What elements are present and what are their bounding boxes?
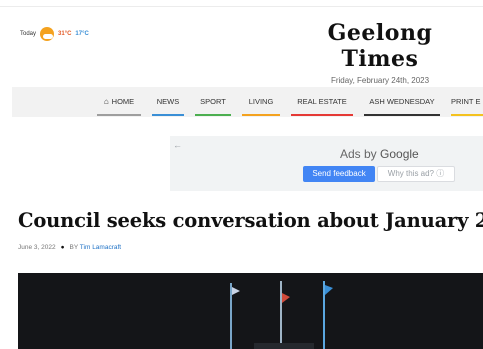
nav-underline <box>364 114 440 116</box>
nav-label: LIVING <box>248 97 274 106</box>
stage-base <box>254 343 314 349</box>
nav-label: REAL ESTATE <box>297 97 347 106</box>
author-link[interactable]: Tim Lamacraft <box>80 244 121 251</box>
masthead-date: Friday, February 24th, 2023 <box>330 76 430 85</box>
back-arrow-icon[interactable]: ← <box>173 140 182 150</box>
article-featured-image <box>18 273 483 349</box>
nav-label: ASH WEDNESDAY <box>369 97 435 106</box>
nav-label: PRINT E <box>451 97 481 106</box>
why-this-ad-button[interactable]: Why this ad? ⓘ <box>377 166 455 182</box>
article-date: June 3, 2022 <box>18 244 56 251</box>
article-headline: Council seeks conversation about January… <box>18 209 483 232</box>
send-feedback-button[interactable]: Send feedback <box>303 166 375 182</box>
nav-item-living[interactable]: LIVING <box>242 87 280 117</box>
weather-widget: Today 31°C 17°C <box>20 27 89 41</box>
main-navigation: ⌂ HOME NEWS SPORT LIVING REAL ESTATE ASH … <box>12 87 483 117</box>
nav-item-real-estate[interactable]: REAL ESTATE <box>291 87 353 117</box>
top-divider <box>0 6 483 7</box>
masthead: Geelong Times Friday, February 24th, 202… <box>300 20 460 85</box>
google-wordmark: Google <box>380 147 419 161</box>
weather-high-temp: 31°C <box>58 31 72 37</box>
nav-item-news[interactable]: NEWS <box>152 87 184 117</box>
nav-label: SPORT <box>200 97 226 106</box>
flagpole-left <box>230 283 232 349</box>
nav-item-ash-wednesday[interactable]: ASH WEDNESDAY <box>364 87 440 117</box>
nav-underline <box>152 114 184 116</box>
byline-label: BY <box>69 244 79 251</box>
nav-item-sport[interactable]: SPORT <box>195 87 231 117</box>
flagpoles-illustration <box>18 273 483 349</box>
article-meta: June 3, 2022 ● BY Tim Lamacraft <box>18 244 121 251</box>
nav-underline <box>195 114 231 116</box>
nav-underline <box>291 114 353 116</box>
nav-underline <box>97 114 141 116</box>
nav-item-print-edition[interactable]: PRINT E <box>451 87 483 117</box>
meta-separator-dot: ● <box>60 244 65 251</box>
sun-cloud-icon <box>40 27 55 41</box>
nav-label: NEWS <box>156 97 180 106</box>
weather-today-label: Today <box>20 31 37 37</box>
google-ad-panel: ← Ads by Google Send feedback Why this a… <box>170 136 483 191</box>
nav-underline <box>451 114 483 116</box>
ads-by-google-label: Ads by Google <box>340 147 419 161</box>
flagpole-right <box>323 281 325 349</box>
weather-low-temp: 17°C <box>75 31 89 37</box>
nav-underline <box>242 114 280 116</box>
ads-by-text: Ads by <box>340 147 377 161</box>
nav-item-home[interactable]: ⌂ HOME <box>97 87 141 117</box>
home-icon: ⌂ <box>103 97 109 106</box>
nav-label: HOME <box>111 97 135 106</box>
flagpole-middle <box>280 281 282 349</box>
site-logo-title[interactable]: Geelong Times <box>300 20 460 72</box>
